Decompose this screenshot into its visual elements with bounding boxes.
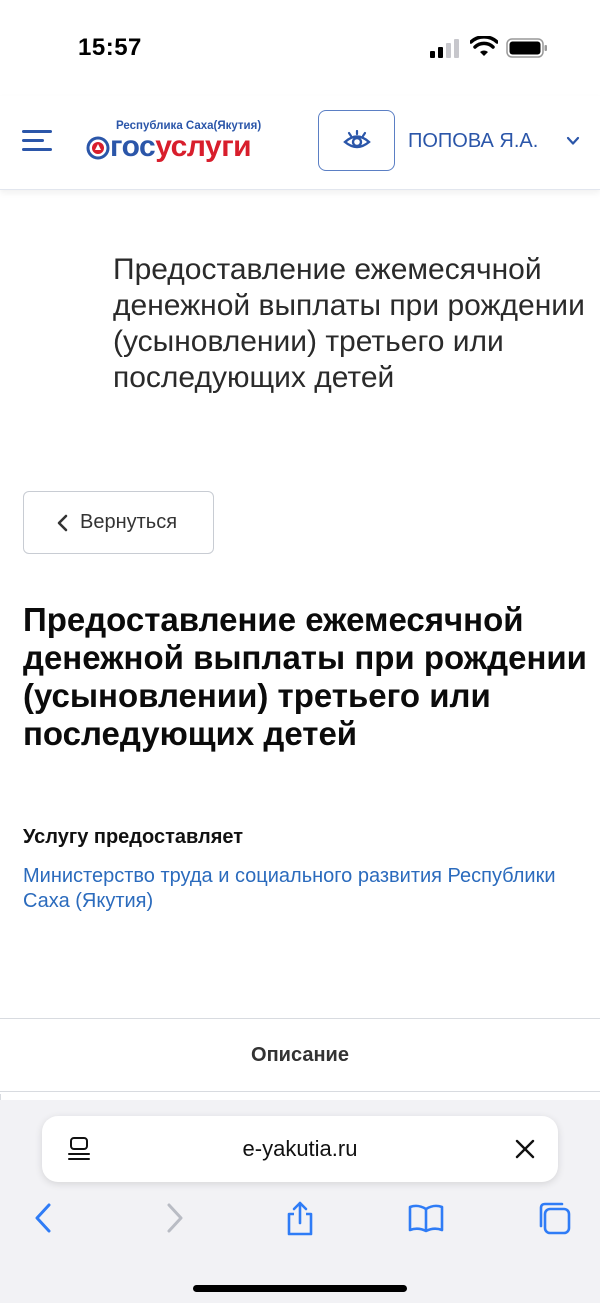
tabs-icon[interactable] [536,1200,572,1236]
provider-label: Услугу предоставляет [23,826,244,848]
status-time: 15:57 [78,34,142,61]
gosuslugi-logo[interactable]: Республика Саха(Якутия) госуслуги [86,116,306,176]
status-bar: 15:57 [0,0,600,96]
tab-description-label: Описание [251,1043,349,1066]
hamburger-menu-icon[interactable] [22,126,54,156]
eye-icon [342,129,371,148]
back-arrow-icon[interactable] [26,1200,62,1236]
accessibility-eye-button[interactable] [318,110,395,171]
url-text[interactable]: e-yakutia.ru [42,1136,558,1162]
back-button[interactable]: Вернуться [23,491,214,554]
forward-arrow-icon[interactable] [156,1200,192,1236]
browser-toolbar: e-yakutia.ru [0,1100,600,1303]
chevron-down-icon[interactable] [566,134,580,148]
home-indicator [193,1285,407,1292]
tab-description[interactable]: Описание [0,1018,600,1092]
share-icon[interactable] [282,1200,318,1236]
provider-link[interactable]: Министерство труда и социального развити… [23,864,583,914]
close-icon[interactable] [514,1138,536,1160]
bookmarks-icon[interactable] [408,1200,444,1236]
user-name[interactable]: ПОПОВА Я.А. [408,130,538,153]
back-button-label: Вернуться [80,511,178,533]
page-title: Предоставление ежемесячной денежной выпл… [23,601,587,752]
service-subtitle: Предоставление ежемесячной денежной выпл… [113,253,585,394]
cellular-signal-icon [430,39,459,58]
yakutia-emblem-icon [86,136,110,160]
chevron-left-icon [57,514,68,531]
logo-wordmark: госуслуги [110,130,252,163]
app-header: Республика Саха(Якутия) госуслуги ПОПОВА… [0,96,600,190]
address-bar[interactable]: e-yakutia.ru [42,1116,558,1182]
battery-icon [506,38,547,58]
wifi-icon [470,36,498,56]
